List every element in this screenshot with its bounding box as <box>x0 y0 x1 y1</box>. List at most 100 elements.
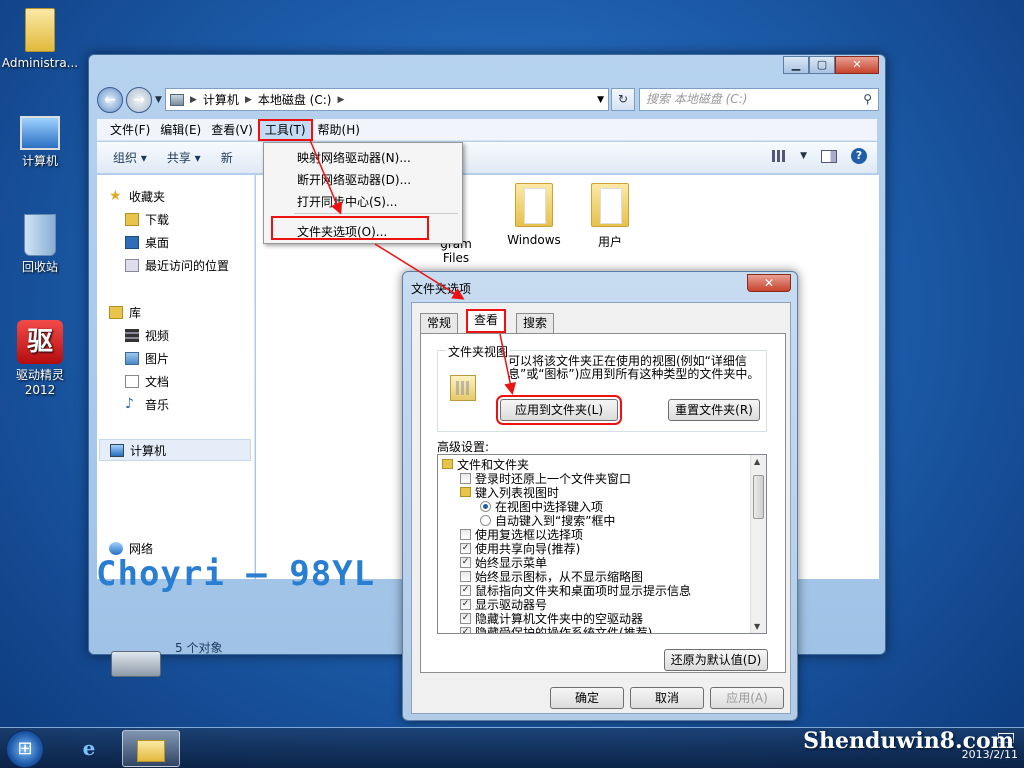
menu-item-disconnect-drive[interactable]: 断开网络驱动器(D)... <box>297 171 411 188</box>
checkbox[interactable]: ✓ <box>460 556 471 568</box>
radio-button[interactable] <box>480 514 491 526</box>
apply-to-folders-button[interactable]: 应用到文件夹(L) <box>496 395 622 425</box>
desktop-icon-recycle-bin[interactable]: 回收站 <box>0 214 80 275</box>
folder-label: Files <box>442 251 470 265</box>
restore-defaults-button[interactable]: 还原为默认值(D) <box>664 649 768 671</box>
menu-item-sync-center[interactable]: 打开同步中心(S)... <box>297 193 397 210</box>
dialog-body: 常规 查看 搜索 文件夹视图 可以将该文件夹正在使用的视图(例如“详细信息”或“… <box>411 302 791 714</box>
ok-button[interactable]: 确定 <box>550 687 624 709</box>
forward-button[interactable]: → <box>126 87 152 113</box>
folder-views-group: 文件夹视图 可以将该文件夹正在使用的视图(例如“详细信息”或“图标”)应用到所有… <box>437 343 767 432</box>
desktop-icon-computer[interactable]: 计算机 <box>0 112 80 169</box>
highlight-box <box>271 216 429 240</box>
recent-pages-dropdown[interactable]: ▼ <box>155 95 162 105</box>
breadcrumb-computer[interactable]: 计算机 <box>203 91 239 108</box>
tools-menu: 映射网络驱动器(N)... 断开网络驱动器(D)... 打开同步中心(S)...… <box>263 142 463 244</box>
brand-watermark: Shenduwin8.com <box>803 728 1014 754</box>
menu-edit[interactable]: 编辑(E) <box>155 121 206 139</box>
advanced-settings-label: 高级设置: <box>437 440 490 454</box>
menu-item-map-drive[interactable]: 映射网络驱动器(N)... <box>297 149 411 166</box>
folder-options-dialog: 文件夹选项 ✕ 常规 查看 搜索 文件夹视图 可以将该文件夹正在使用的视图(例如… <box>402 271 798 721</box>
drive-icon <box>170 93 184 106</box>
menu-file[interactable]: 文件(F) <box>105 121 155 139</box>
tree-pictures[interactable]: 图片 <box>125 349 169 367</box>
tree-documents[interactable]: 文档 <box>125 372 169 390</box>
computer-icon <box>110 443 124 457</box>
tree-videos[interactable]: 视频 <box>125 326 169 344</box>
advanced-scrollbar[interactable]: ▲ ▼ <box>750 455 766 633</box>
command-bar: 组织 ▾ 共享 ▾ 新 ▼ ? <box>97 142 877 174</box>
scroll-thumb[interactable] <box>753 475 764 519</box>
tab-general[interactable]: 常规 <box>420 313 459 333</box>
checkbox[interactable]: ✓ <box>460 584 471 596</box>
search-input[interactable]: 搜索 本地磁盘 (C:) ⚲ <box>639 88 879 111</box>
menu-help[interactable]: 帮助(H) <box>313 121 365 139</box>
taskbar-ie[interactable]: e <box>60 730 118 767</box>
refresh-button[interactable]: ↻ <box>611 88 635 111</box>
recent-places-icon <box>125 258 139 272</box>
folder-view-icon <box>450 375 476 401</box>
checkbox[interactable] <box>460 570 471 582</box>
address-bar[interactable]: ▶ 计算机 ▶ 本地磁盘 (C:) ▶ ▼ <box>165 88 609 111</box>
apply-button[interactable]: 应用(A) <box>710 687 784 709</box>
advanced-setting-item[interactable]: ✓ 隐藏受保护的操作系统文件(推荐) <box>460 625 653 634</box>
preview-pane-icon[interactable] <box>821 149 837 163</box>
folder-views-description: 可以将该文件夹正在使用的视图(例如“详细信息”或“图标”)应用到所有这种类型的文… <box>508 354 760 381</box>
tree-recent-places[interactable]: 最近访问的位置 <box>125 256 229 274</box>
dialog-close-button[interactable]: ✕ <box>747 274 791 292</box>
share-button[interactable]: 共享 ▾ <box>167 149 201 166</box>
tab-view[interactable]: 查看 <box>466 309 507 333</box>
tree-computer[interactable]: 计算机 <box>99 439 251 461</box>
help-icon[interactable]: ? <box>851 148 867 164</box>
checkbox[interactable]: ✓ <box>460 612 471 624</box>
network-icon <box>109 541 123 555</box>
checkbox[interactable]: ✓ <box>460 626 471 633</box>
drive-large-icon <box>111 651 161 677</box>
folder-users[interactable]: 用户 <box>578 183 642 250</box>
breadcrumb-drive-c[interactable]: 本地磁盘 (C:) <box>258 91 332 108</box>
menu-tools[interactable]: 工具(T) <box>257 118 313 141</box>
search-icon[interactable]: ⚲ <box>863 89 872 110</box>
scroll-down-icon[interactable]: ▼ <box>754 622 760 631</box>
checkbox[interactable] <box>460 528 471 540</box>
organize-button[interactable]: 组织 ▾ <box>113 149 147 166</box>
folder-icon <box>591 183 629 227</box>
tree-desktop[interactable]: 桌面 <box>125 233 169 251</box>
tab-search[interactable]: 搜索 <box>516 313 555 333</box>
start-button[interactable]: ⊞ <box>6 730 44 768</box>
desktop-icon-driver-genius[interactable]: 驱 驱动精灵 2012 <box>0 320 80 398</box>
advanced-setting-label: 隐藏受保护的操作系统文件(推荐) <box>475 625 653 634</box>
radio-button[interactable] <box>480 500 491 512</box>
change-view-icon[interactable] <box>772 150 787 162</box>
folder-icon <box>460 487 471 497</box>
menu-bar: 文件(F) 编辑(E) 查看(V) 工具(T) 帮助(H) <box>97 118 877 141</box>
close-button[interactable]: ✕ <box>835 56 879 74</box>
new-folder-button[interactable]: 新 <box>221 149 233 166</box>
music-icon: ♪ <box>125 395 134 412</box>
checkbox[interactable] <box>460 472 471 484</box>
back-button[interactable]: ← <box>97 87 123 113</box>
reset-folders-button[interactable]: 重置文件夹(R) <box>668 399 760 421</box>
tree-music[interactable]: ♪ 音乐 <box>125 395 169 413</box>
taskbar-explorer[interactable] <box>122 730 180 767</box>
cancel-button[interactable]: 取消 <box>630 687 704 709</box>
minimize-button[interactable]: ▁ <box>783 56 809 74</box>
tree-libraries[interactable]: 库 <box>109 303 141 321</box>
advanced-settings-list[interactable]: 文件和文件夹 登录时还原上一个文件夹窗口 键入列表视图时 在视图中选择键入项 自动键入到… <box>437 454 767 634</box>
desktop-icon-administrator[interactable]: Administra... <box>0 8 80 71</box>
menu-view[interactable]: 查看(V) <box>206 121 258 139</box>
library-icon <box>109 305 123 319</box>
tree-favorites[interactable]: ★ 收藏夹 <box>109 187 165 205</box>
address-dropdown-icon[interactable]: ▼ <box>597 95 604 105</box>
folder-windows[interactable]: Windows <box>502 183 566 247</box>
chevron-right-icon: ▶ <box>244 94 252 105</box>
checkbox[interactable]: ✓ <box>460 598 471 610</box>
watermark-text: Choyri — 98YL <box>96 554 376 594</box>
downloads-icon <box>125 212 139 226</box>
tree-downloads[interactable]: 下载 <box>125 210 169 228</box>
scroll-up-icon[interactable]: ▲ <box>754 457 760 466</box>
recycle-bin-icon <box>24 214 56 256</box>
chevron-down-icon[interactable]: ▼ <box>800 151 807 161</box>
checkbox[interactable]: ✓ <box>460 542 471 554</box>
maximize-button[interactable]: ▢ <box>809 56 835 74</box>
